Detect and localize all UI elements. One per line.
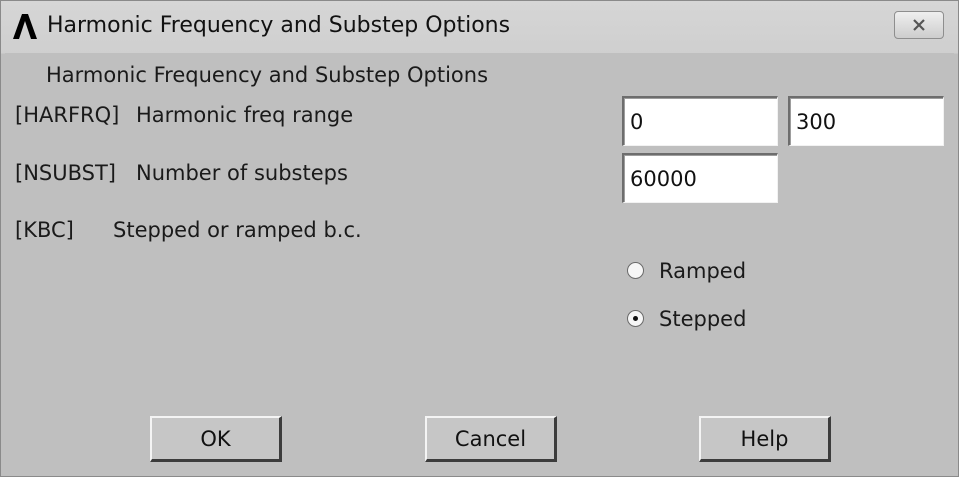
- ansys-logo-icon: [13, 14, 37, 39]
- dialog-window: Harmonic Frequency and Substep Options H…: [0, 0, 959, 477]
- ok-button[interactable]: OK: [150, 416, 282, 462]
- nsubst-command: [NSUBST]: [15, 161, 116, 185]
- help-button[interactable]: Help: [699, 416, 831, 462]
- kbc-command: [KBC]: [15, 218, 74, 242]
- title-bar[interactable]: Harmonic Frequency and Substep Options: [1, 1, 958, 53]
- freq-end-input[interactable]: [788, 96, 944, 146]
- dialog-body: Harmonic Frequency and Substep Options […: [5, 53, 954, 472]
- radio-stepped-indicator[interactable]: [627, 310, 644, 327]
- dialog-heading: Harmonic Frequency and Substep Options: [46, 63, 489, 87]
- substeps-input[interactable]: [622, 153, 778, 203]
- harfrq-label: Harmonic freq range: [136, 103, 354, 127]
- radio-selected-dot: [633, 316, 638, 321]
- kbc-label: Stepped or ramped b.c.: [113, 218, 362, 242]
- freq-start-input[interactable]: [622, 96, 778, 146]
- radio-ramped-label[interactable]: Ramped: [659, 257, 746, 285]
- nsubst-label: Number of substeps: [136, 161, 348, 185]
- close-button[interactable]: [894, 11, 944, 39]
- radio-stepped-label[interactable]: Stepped: [659, 305, 746, 333]
- close-icon: [913, 19, 925, 31]
- window-title: Harmonic Frequency and Substep Options: [47, 13, 511, 38]
- cancel-button[interactable]: Cancel: [425, 416, 557, 462]
- harfrq-command: [HARFRQ]: [15, 103, 120, 127]
- radio-ramped-indicator[interactable]: [627, 262, 644, 279]
